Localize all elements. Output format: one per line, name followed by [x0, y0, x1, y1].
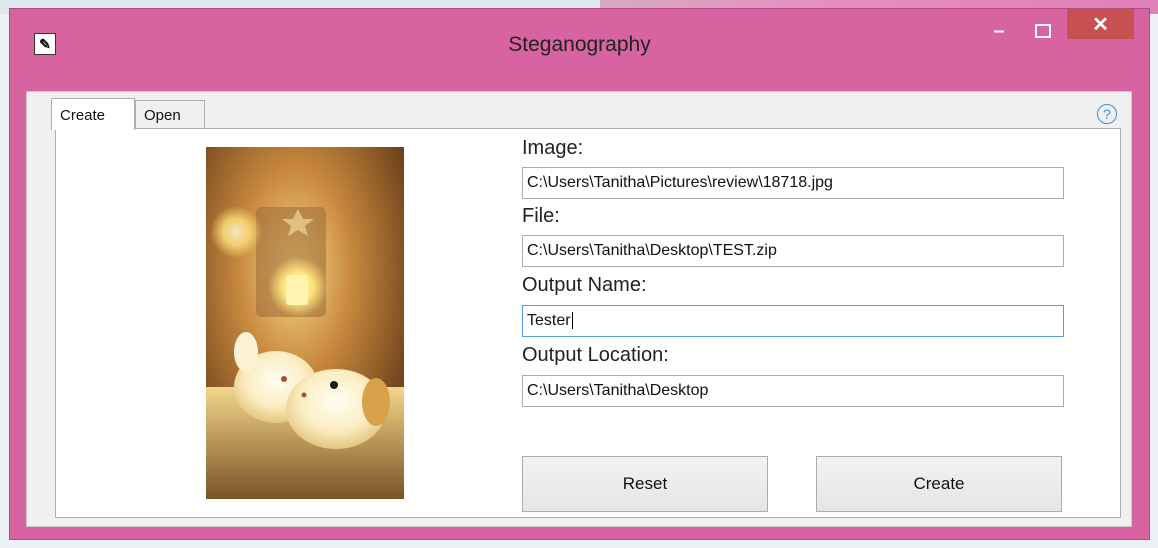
- app-window: ✎ Steganography – ✕ Create Open ? Image:…: [9, 8, 1150, 540]
- image-label: Image:: [522, 137, 584, 159]
- output-location-field[interactable]: C:\Users\Tanitha\Desktop: [522, 375, 1064, 407]
- window-title: Steganography: [508, 33, 651, 56]
- preview-picture: [206, 147, 404, 499]
- close-button[interactable]: ✕: [1067, 9, 1134, 39]
- help-icon[interactable]: ?: [1097, 104, 1117, 124]
- create-button[interactable]: Create: [816, 456, 1062, 512]
- maximize-icon: [1035, 24, 1051, 38]
- image-preview: [206, 147, 404, 499]
- tab-create[interactable]: Create: [51, 98, 135, 130]
- output-name-label: Output Name:: [522, 274, 647, 296]
- file-label: File:: [522, 205, 560, 227]
- client-area: Create Open ? Image: C:\Users\Tanitha\Pi…: [26, 91, 1132, 527]
- file-path-field[interactable]: C:\Users\Tanitha\Desktop\TEST.zip: [522, 235, 1064, 267]
- title-bar[interactable]: ✎ Steganography – ✕: [10, 9, 1149, 71]
- text-caret: [571, 312, 573, 330]
- output-location-label: Output Location:: [522, 344, 669, 366]
- output-name-value: Tester: [527, 312, 571, 329]
- image-path-field[interactable]: C:\Users\Tanitha\Pictures\review\18718.j…: [522, 167, 1064, 199]
- maximize-button[interactable]: [1026, 17, 1060, 45]
- tab-open[interactable]: Open: [135, 100, 205, 128]
- reset-button[interactable]: Reset: [522, 456, 768, 512]
- output-name-field[interactable]: Tester: [522, 305, 1064, 337]
- minimize-button[interactable]: –: [980, 17, 1018, 45]
- tab-panel-create: Image: C:\Users\Tanitha\Pictures\review\…: [55, 128, 1121, 518]
